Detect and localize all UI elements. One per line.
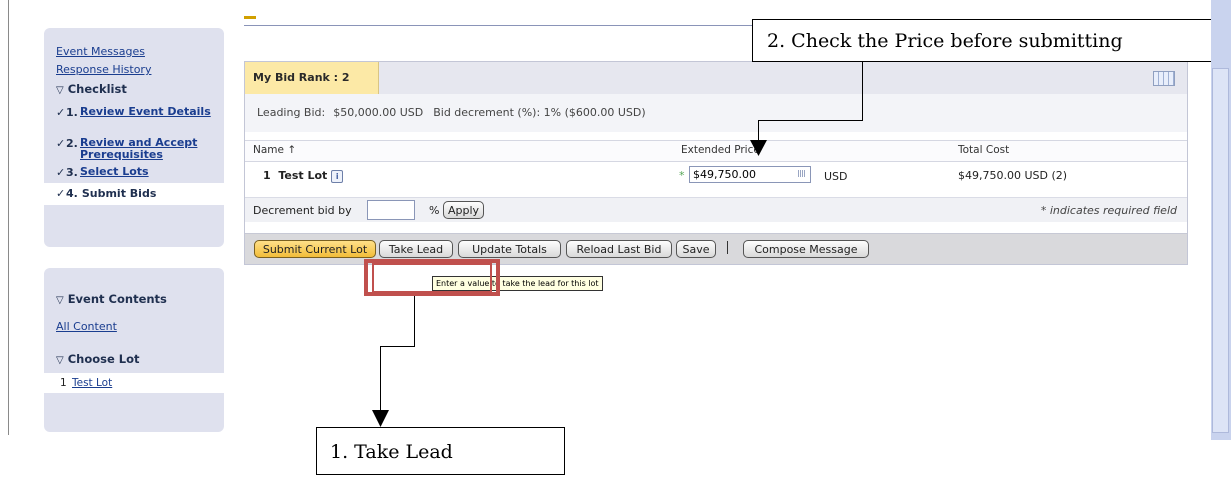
callout-check-price: 2. Check the Price before submitting [752,19,1214,62]
arrow-down-icon [372,410,389,427]
extended-price-input[interactable] [689,166,811,183]
lot-number: 1 [60,377,67,389]
sidebar-lot-item[interactable]: 1 Test Lot [44,373,224,393]
column-extended-price[interactable]: Extended Price [681,144,760,156]
collapse-triangle-icon: ▽ [56,85,64,96]
step-number: 4. [66,187,78,200]
table-header: Name ↑ Extended Price Total Cost [245,140,1187,162]
event-contents-heading-label: Event Contents [67,292,167,306]
connector-line [862,62,863,121]
button-separator [727,241,728,254]
required-field-note: * indicates required field [1040,204,1177,217]
column-total-cost[interactable]: Total Cost [958,144,1009,156]
choose-lot-heading[interactable]: ▽ Choose Lot [56,352,140,366]
connector-line [380,346,381,414]
column-name[interactable]: Name ↑ [253,144,296,156]
decrement-percent-input[interactable] [367,200,415,220]
checklist-step-submit-bids[interactable]: ✓4. Submit Bids [44,183,224,205]
checklist-heading-label: Checklist [67,82,127,96]
checkmark-icon: ✓ [56,187,66,200]
table-row: 1 Test Loti * USD $49,750.00 USD (2) [245,163,1187,187]
save-button[interactable]: Save [676,240,716,258]
header-accent-mark [244,16,256,19]
update-totals-button[interactable]: Update Totals [458,240,561,258]
leading-bid-value: $50,000.00 USD [333,106,424,119]
step-number: 2. [66,137,78,150]
lot-row-number: 1 [263,169,271,182]
response-history-link[interactable]: Response History [56,63,151,76]
total-cost-cell: $49,750.00 USD (2) [958,169,1068,182]
currency-label: USD [824,170,848,183]
callout-take-lead: 1. Take Lead [316,427,565,475]
step-label: Submit Bids [81,187,157,200]
reload-last-bid-button[interactable]: Reload Last Bid [566,240,672,258]
lot-row-name: Test Lot [278,169,328,182]
left-divider [8,0,9,435]
lot-name-cell: 1 Test Lot i [263,169,344,183]
lot-link[interactable]: Test Lot [72,377,112,389]
checklist-heading[interactable]: ▽ Checklist [56,82,127,96]
bid-rank-tab[interactable]: My Bid Rank : 2 [245,62,379,94]
checkmark-icon: ✓ [56,106,66,119]
connector-line [380,346,415,347]
step-number: 3. [66,166,78,179]
leading-bid-row: Leading Bid: $50,000.00 USD Bid decrement … [245,94,1187,132]
event-contents-heading[interactable]: ▽ Event Contents [56,292,167,306]
choose-lot-heading-label: Choose Lot [67,352,140,366]
table-view-icon[interactable] [1153,71,1175,86]
decrement-row: Decrement bid by % Apply * indicates req… [245,197,1187,222]
collapse-triangle-icon: ▽ [56,295,64,306]
connector-line [414,296,415,346]
checklist-step-review-prerequisites[interactable]: ✓2. Review and Accept Prerequisites [56,137,231,161]
calculator-icon[interactable] [798,170,805,177]
bid-decrement-label: Bid decrement (%): [433,106,541,119]
arrow-down-icon [750,140,767,156]
step-label[interactable]: Review and Accept Prerequisites [80,136,197,161]
info-icon[interactable]: i [331,169,344,183]
collapse-triangle-icon: ▽ [56,355,64,366]
percent-sign: % [429,204,440,217]
checkmark-icon: ✓ [56,166,66,179]
step-label[interactable]: Review Event Details [80,105,211,118]
checklist-step-review-event-details[interactable]: ✓1. Review Event Details [56,105,231,120]
highlight-box-inner [372,263,492,293]
step-label[interactable]: Select Lots [80,165,149,178]
decrement-bid-label: Decrement bid by [253,204,352,217]
all-content-link[interactable]: All Content [56,320,117,333]
checkmark-icon: ✓ [56,137,66,150]
bid-panel: My Bid Rank : 2 Leading Bid: $50,000.00 U… [244,61,1188,265]
required-marker: * [679,169,685,182]
bid-tab-bar: My Bid Rank : 2 [245,62,1187,95]
apply-button[interactable]: Apply [443,201,485,219]
submit-current-lot-button[interactable]: Submit Current Lot [254,240,376,258]
checklist-step-select-lots[interactable]: ✓3. Select Lots [56,165,231,180]
connector-line [758,120,863,121]
sidebar-navigation-panel: Event Messages Response History ▽ Checkli… [44,28,224,247]
event-messages-link[interactable]: Event Messages [56,45,145,58]
step-number: 1. [66,106,78,119]
leading-bid-label: Leading Bid: [257,106,326,119]
bid-decrement-value: 1% ($600.00 USD) [543,106,646,119]
sidebar-contents-panel: ▽ Event Contents All Content ▽ Choose Lot … [44,268,224,432]
take-lead-button[interactable]: Take Lead [379,240,453,258]
compose-message-button[interactable]: Compose Message [743,240,869,258]
scrollbar-thumb[interactable] [1212,68,1229,433]
